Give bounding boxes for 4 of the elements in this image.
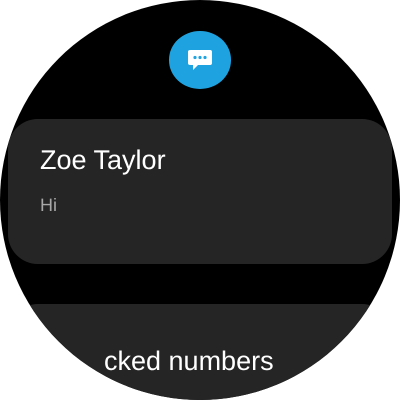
menu-label: cked numbers (104, 345, 274, 378)
conversation-card[interactable]: Zoe Taylor Hi (8, 118, 392, 264)
contact-name: Zoe Taylor (40, 144, 166, 177)
message-preview: Hi (40, 194, 57, 216)
